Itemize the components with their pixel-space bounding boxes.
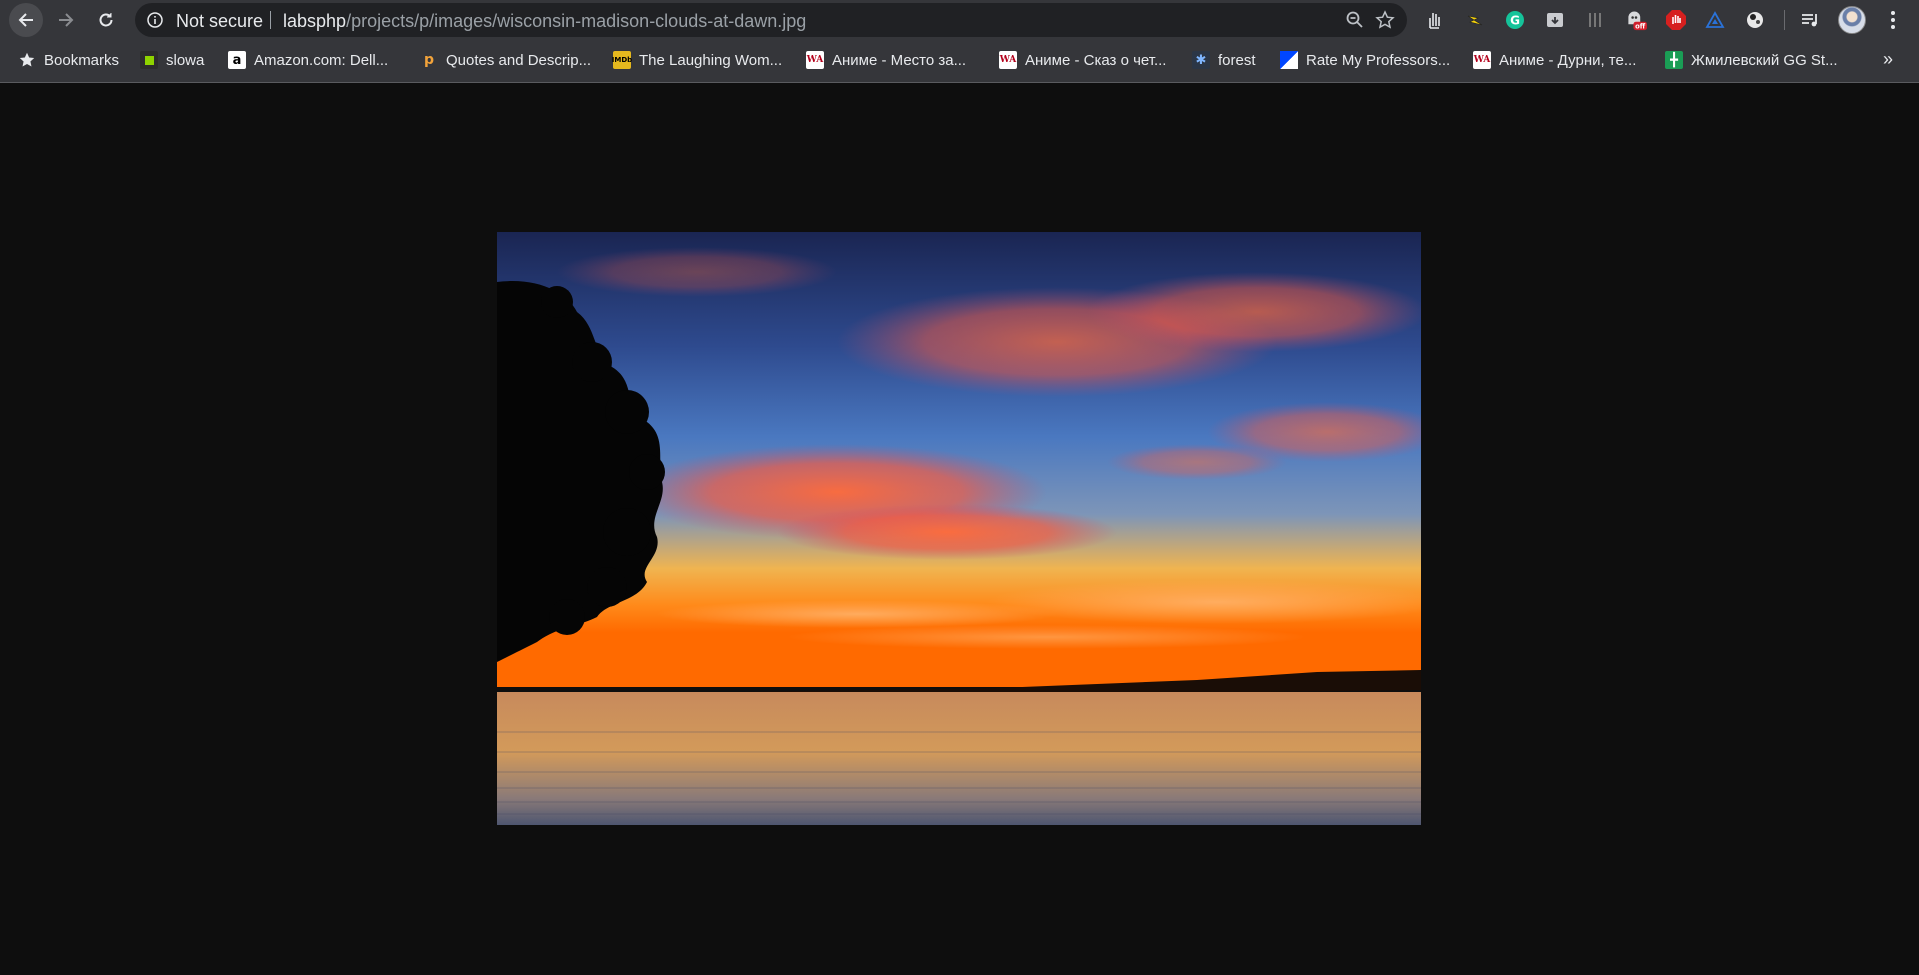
imdb-icon: IMDb: [612, 51, 632, 69]
equalizer-icon[interactable]: [1584, 9, 1606, 31]
back-button[interactable]: [9, 3, 43, 37]
bookmark-label: Rate My Professors...: [1306, 51, 1451, 69]
bookmark-item-anime-1[interactable]: WA Аниме - Место за...: [806, 49, 966, 71]
hand-gesture-icon[interactable]: [1423, 9, 1445, 31]
bookmark-item-bookmarks[interactable]: Bookmarks: [18, 49, 119, 71]
info-icon[interactable]: [147, 12, 163, 28]
amazon-icon: a: [228, 51, 246, 69]
toolbar-divider: [1784, 10, 1785, 30]
bookmark-item-quotes[interactable]: p Quotes and Descrip...: [420, 49, 591, 71]
bookmark-label: The Laughing Wom...: [639, 51, 783, 69]
archive-icon[interactable]: [1544, 9, 1566, 31]
bookmark-label: Quotes and Descrip...: [446, 51, 592, 69]
bookmark-item-anime-2[interactable]: WA Аниме - Сказ о чет...: [999, 49, 1166, 71]
address-bar[interactable]: Not secure labsphp/projects/p/images/wis…: [135, 3, 1407, 37]
bookmark-label: Bookmarks: [44, 51, 120, 69]
media-queue-icon[interactable]: [1799, 9, 1821, 31]
bookmark-item-laughing-woman[interactable]: IMDb The Laughing Wom...: [612, 49, 783, 71]
bookmark-item-gg-sheet[interactable]: ╋ Жмилевский GG St...: [1665, 49, 1838, 71]
sheets-icon: ╋: [1665, 51, 1683, 69]
reload-icon: [99, 13, 113, 27]
extension-badge: off: [1635, 22, 1646, 30]
grammarly-icon[interactable]: G: [1504, 9, 1526, 31]
snowflake-icon: ✱: [1192, 51, 1210, 69]
ghost-off-icon[interactable]: off: [1625, 9, 1647, 31]
browser-toolbar: Not secure labsphp/projects/p/images/wis…: [0, 0, 1919, 40]
bookmark-item-anime-3[interactable]: WA Аниме - Дурни, те...: [1473, 49, 1636, 71]
url-text[interactable]: labsphp/projects/p/images/wisconsin-madi…: [283, 11, 806, 32]
arrow-right-icon: [59, 13, 74, 27]
triangle-icon[interactable]: [1704, 9, 1726, 31]
bookmark-label: Аниме - Дурни, те...: [1499, 51, 1637, 69]
bookmark-label: forest: [1218, 51, 1256, 69]
bookmark-item-slowa[interactable]: slowa: [140, 49, 204, 71]
arrow-left-icon: [18, 13, 33, 27]
bookmark-item-forest[interactable]: ✱ forest: [1192, 49, 1256, 71]
green-square-icon: [140, 51, 158, 69]
rmp-icon: [1280, 51, 1298, 69]
url-host: labsphp: [283, 11, 347, 31]
adblock-hand-icon[interactable]: [1665, 9, 1687, 31]
browser-chrome: Not secure labsphp/projects/p/images/wis…: [0, 0, 1919, 83]
quote-icon: p: [423, 52, 435, 68]
security-label[interactable]: Not secure: [176, 11, 263, 32]
bookmark-star-icon[interactable]: [1375, 10, 1395, 30]
forward-button[interactable]: [49, 3, 83, 37]
bookmark-label: Жмилевский GG St...: [1691, 51, 1838, 69]
soccer-ball-icon[interactable]: [1744, 9, 1766, 31]
sunset-photo[interactable]: [497, 232, 1421, 825]
sunset-lake-image: [497, 232, 1421, 825]
url-path: /projects/p/images/wisconsin-madison-clo…: [346, 11, 807, 31]
bookmark-label: Аниме - Сказ о чет...: [1025, 51, 1167, 69]
bookmark-item-rmp[interactable]: Rate My Professors...: [1280, 49, 1450, 71]
wa-icon: WA: [806, 51, 824, 69]
zoom-icon[interactable]: [1345, 10, 1365, 30]
bookmarks-overflow-button[interactable]: »: [1883, 49, 1893, 70]
svg-text:G: G: [1510, 14, 1520, 28]
lightning-icon[interactable]: [1464, 9, 1486, 31]
bookmark-label: Amazon.com: Dell...: [254, 51, 389, 69]
bookmark-item-amazon[interactable]: a Amazon.com: Dell...: [228, 49, 388, 71]
wa-icon: WA: [1473, 51, 1491, 69]
more-options-icon[interactable]: [1883, 9, 1903, 31]
bookmarks-bar: Bookmarks slowa a Amazon.com: Dell... p …: [0, 40, 1919, 83]
bookmark-label: slowa: [166, 51, 205, 69]
profile-avatar[interactable]: [1838, 6, 1866, 34]
bookmark-label: Аниме - Место за...: [832, 51, 967, 69]
wa-icon: WA: [999, 51, 1017, 69]
reload-button[interactable]: [89, 3, 123, 37]
omnibox-divider: [270, 11, 271, 29]
page-viewport: [0, 83, 1919, 975]
star-icon: [19, 52, 35, 67]
